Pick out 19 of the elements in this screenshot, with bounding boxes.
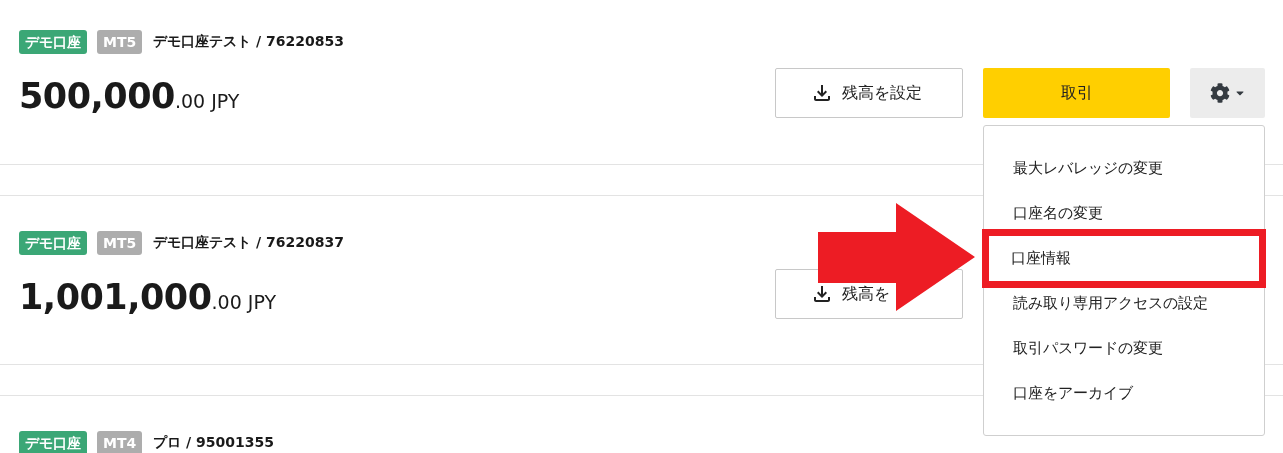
menu-item[interactable]: 最大レバレッジの変更	[984, 146, 1264, 191]
account-type-badge: デモ口座	[19, 30, 87, 54]
platform-badge: MT5	[97, 231, 143, 255]
account-type-badge: デモ口座	[19, 431, 87, 453]
trade-button[interactable]: 取引	[983, 68, 1170, 118]
account-balance: 1,001,000.00 JPY	[19, 277, 278, 317]
menu-item[interactable]: 取引パスワードの変更	[984, 326, 1264, 371]
account-type-badge: デモ口座	[19, 231, 87, 255]
set-balance-button[interactable]: 残高を設定	[775, 68, 963, 118]
menu-item[interactable]: 口座情報	[982, 229, 1266, 288]
menu-item[interactable]: 口座をアーカイブ	[984, 371, 1264, 416]
platform-badge: MT4	[97, 431, 143, 453]
account-name: プロ / 95001355	[153, 434, 275, 452]
settings-dropdown-button[interactable]	[1190, 68, 1265, 118]
account-balance: 500,000.00 JPY	[19, 76, 241, 116]
account-name: デモ口座テスト / 76220853	[153, 33, 345, 51]
platform-badge: MT5	[97, 30, 143, 54]
account-name: デモ口座テスト / 76220837	[153, 234, 345, 252]
settings-icon	[1209, 83, 1230, 103]
